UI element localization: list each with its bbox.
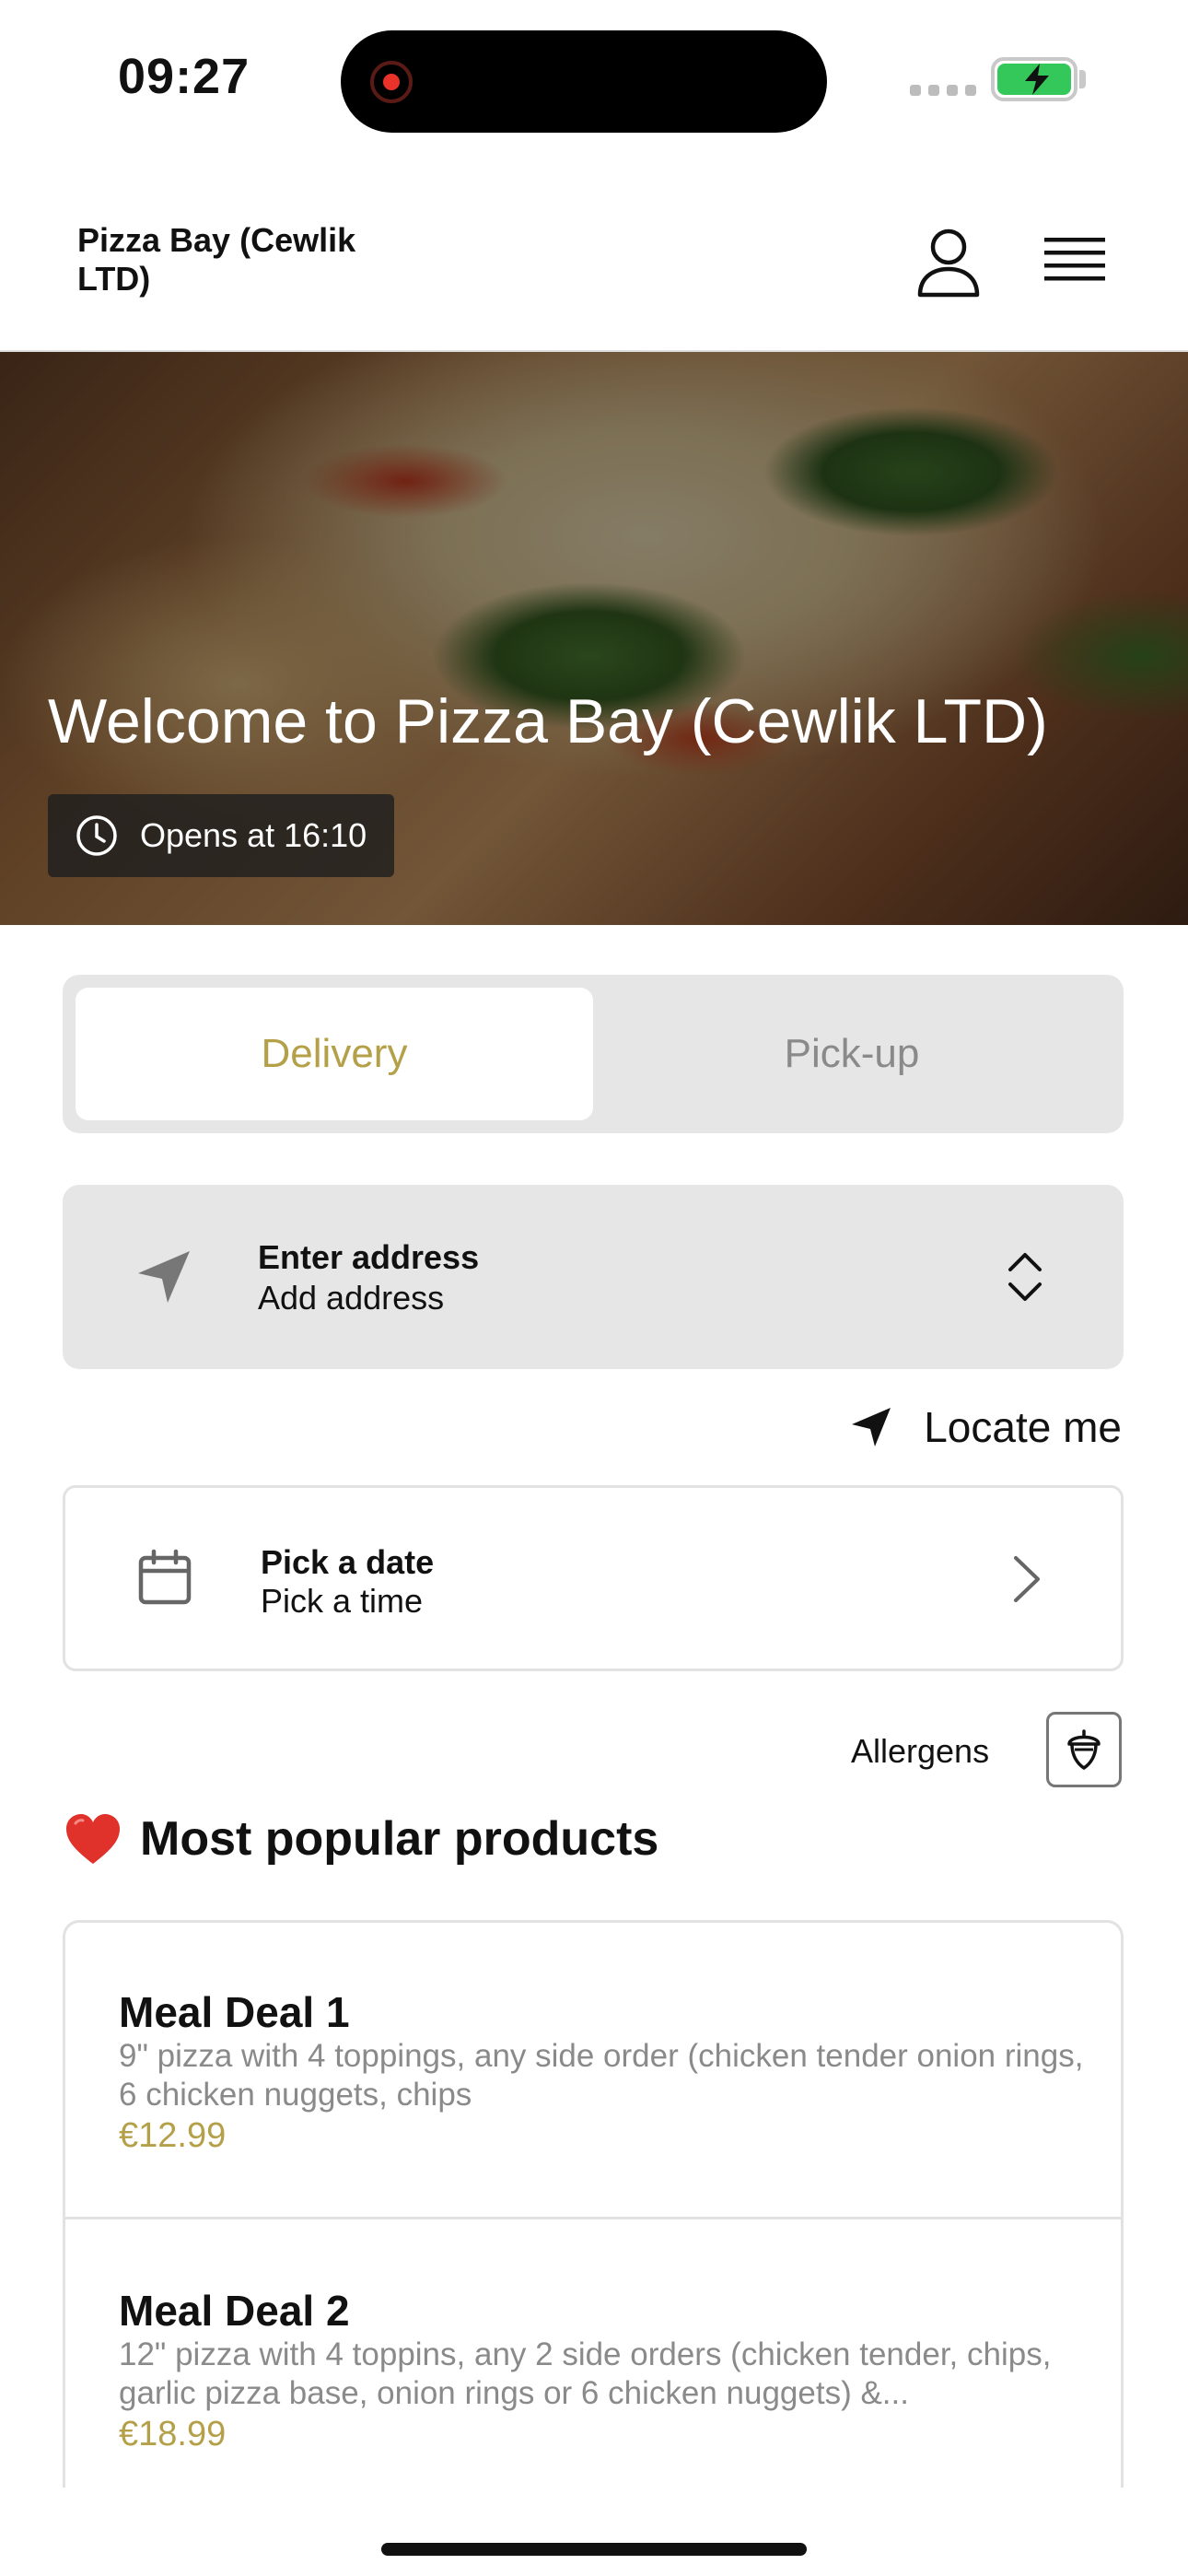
hero-banner: Welcome to Pizza Bay (Cewlik LTD) Opens … — [0, 352, 1188, 925]
pick-time-subtitle: Pick a time — [261, 1582, 424, 1620]
profile-button[interactable] — [915, 227, 982, 299]
welcome-title: Welcome to Pizza Bay (Cewlik LTD) — [48, 686, 1048, 756]
product-list: Meal Deal 1 9" pizza with 4 toppings, an… — [63, 1920, 1124, 2488]
status-time: 09:27 — [118, 49, 250, 104]
chevron-up-down-icon — [1008, 1253, 1042, 1301]
clock-icon — [76, 815, 117, 856]
order-mode-toggle: Delivery Pick-up — [63, 975, 1124, 1133]
opening-hours-badge: Opens at 16:10 — [48, 794, 394, 877]
product-description: 12" pizza with 4 toppins, any 2 side ord… — [119, 2336, 1052, 2411]
product-price: €12.99 — [119, 2116, 227, 2155]
allergens-button[interactable] — [1046, 1712, 1122, 1787]
restaurant-name[interactable]: Pizza Bay (Cewlik LTD) — [77, 221, 409, 299]
battery-tip — [1079, 70, 1086, 88]
locate-me-label: Locate me — [924, 1403, 1122, 1451]
calendar-icon — [138, 1549, 192, 1605]
recording-indicator-icon — [370, 61, 413, 103]
hamburger-menu-icon — [1044, 238, 1105, 281]
date-time-picker[interactable]: Pick a date Pick a time — [63, 1485, 1124, 1671]
chevron-right-icon — [1014, 1556, 1040, 1602]
allergens-label: Allergens — [851, 1732, 990, 1770]
popular-products-heading: Most popular products — [64, 1811, 658, 1867]
menu-button[interactable] — [1042, 230, 1107, 289]
address-title: Enter address — [258, 1238, 480, 1276]
pickup-tab[interactable]: Pick-up — [593, 988, 1111, 1120]
pick-date-title: Pick a date — [261, 1543, 435, 1581]
address-subtitle: Add address — [258, 1279, 445, 1317]
acorn-icon — [1067, 1729, 1101, 1770]
product-card[interactable]: Meal Deal 1 9" pizza with 4 toppings, an… — [65, 1923, 1121, 2219]
delivery-tab[interactable]: Delivery — [76, 988, 593, 1120]
opening-hours-text: Opens at 16:10 — [140, 816, 367, 854]
home-indicator[interactable] — [381, 2543, 807, 2556]
product-card[interactable]: Meal Deal 2 12" pizza with 4 toppins, an… — [65, 2221, 1121, 2488]
product-name: Meal Deal 1 — [119, 1988, 350, 2036]
heart-icon — [66, 1814, 120, 1864]
dynamic-island — [341, 30, 827, 133]
address-selector[interactable]: Enter address Add address — [63, 1185, 1124, 1369]
battery-charging-icon — [991, 57, 1077, 101]
status-bar: 09:27 — [0, 0, 1188, 166]
location-arrow-icon — [138, 1251, 190, 1303]
product-price: €18.99 — [119, 2415, 227, 2453]
popular-products-title: Most popular products — [140, 1812, 659, 1866]
user-icon — [917, 228, 980, 298]
product-name: Meal Deal 2 — [119, 2287, 350, 2335]
locate-me-button[interactable]: Locate me — [850, 1402, 1122, 1452]
navigation-arrow-icon — [852, 1408, 891, 1446]
cellular-signal-icon — [910, 85, 976, 96]
product-description: 9" pizza with 4 toppings, any side order… — [119, 2038, 1084, 2113]
app-header: Pizza Bay (Cewlik LTD) — [0, 193, 1188, 352]
